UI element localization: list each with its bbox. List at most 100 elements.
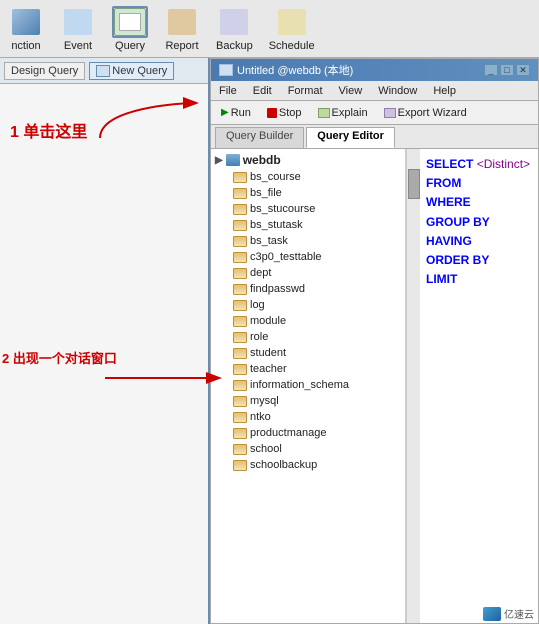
sql-content: SELECT <Distinct> FROM WHERE GROUP BY HA… (426, 155, 532, 289)
table-icon (233, 220, 247, 231)
tree-item-label: information_schema (250, 379, 349, 391)
table-icon (233, 364, 247, 375)
tree-item[interactable]: bs_task (211, 233, 405, 249)
tree-item-label: bs_stutask (250, 219, 303, 231)
tree-item-label: ntko (250, 411, 271, 423)
table-icon (233, 188, 247, 199)
design-query-tab[interactable]: Design Query (4, 62, 85, 80)
tree-item[interactable]: school (211, 441, 405, 457)
design-query-label: Design Query (11, 65, 78, 77)
menu-view[interactable]: View (335, 84, 367, 98)
tree-item-label: bs_course (250, 171, 301, 183)
sql-select: SELECT (426, 157, 473, 171)
tree-item[interactable]: findpasswd (211, 281, 405, 297)
sql-limit: LIMIT (426, 272, 457, 286)
tree-item[interactable]: student (211, 345, 405, 361)
toolbar-label-report: Report (165, 40, 198, 52)
run-button[interactable]: ▶ Run (215, 105, 257, 121)
toolbar-label-event: Event (64, 40, 92, 52)
new-query-icon (96, 65, 110, 77)
scrollbar-thumb[interactable] (408, 169, 420, 199)
tree-item[interactable]: teacher (211, 361, 405, 377)
tree-item[interactable]: c3p0_testtable (211, 249, 405, 265)
table-icon (233, 348, 247, 359)
tree-item[interactable]: mysql (211, 393, 405, 409)
table-icon (233, 428, 247, 439)
run-icon: ▶ (221, 107, 229, 118)
annotation-2: 2 出现一个对话窗口 (2, 348, 117, 367)
menu-file[interactable]: File (215, 84, 241, 98)
tree-item-label: bs_task (250, 235, 288, 247)
main-toolbar: nction Event Query Report Backup Schedul… (0, 0, 539, 58)
window-titlebar-icon (219, 64, 233, 76)
tree-item[interactable]: information_schema (211, 377, 405, 393)
table-icon (233, 268, 247, 279)
tree-root-webdb[interactable]: ▶ webdb (211, 151, 405, 169)
new-query-button[interactable]: New Query (89, 62, 174, 80)
menu-help[interactable]: Help (429, 84, 460, 98)
maximize-button[interactable]: □ (500, 64, 514, 76)
export-wizard-button[interactable]: Export Wizard (378, 105, 473, 121)
tree-item[interactable]: productmanage (211, 425, 405, 441)
tab-query-builder[interactable]: Query Builder (215, 127, 304, 148)
tree-item-label: schoolbackup (250, 459, 317, 471)
toolbar-item-backup[interactable]: Backup (216, 6, 253, 52)
menu-edit[interactable]: Edit (249, 84, 276, 98)
window-controls: _ □ ✕ (484, 64, 530, 76)
tree-item[interactable]: ntko (211, 409, 405, 425)
toolbar-item-report[interactable]: Report (164, 6, 200, 52)
sql-where: WHERE (426, 195, 471, 209)
tree-item[interactable]: bs_stucourse (211, 201, 405, 217)
tree-item-label: findpasswd (250, 283, 305, 295)
toolbar-item-query[interactable]: Query (112, 6, 148, 52)
tree-item[interactable]: dept (211, 265, 405, 281)
tree-item[interactable]: log (211, 297, 405, 313)
tree-item-label: student (250, 347, 286, 359)
menu-window[interactable]: Window (374, 84, 421, 98)
tree-items-container: bs_course bs_file bs_stucourse bs_stutaskbs… (211, 169, 405, 473)
tab-query-editor[interactable]: Query Editor (306, 127, 395, 148)
tree-item-label: bs_file (250, 187, 282, 199)
tree-item[interactable]: bs_file (211, 185, 405, 201)
query-tab-bar: Design Query New Query (0, 58, 208, 84)
explain-button[interactable]: Explain (312, 105, 374, 121)
table-icon (233, 444, 247, 455)
tree-expand-icon[interactable]: ▶ (215, 155, 223, 166)
tree-item[interactable]: schoolbackup (211, 457, 405, 473)
tab-bar: Query Builder Query Editor (211, 125, 538, 149)
tree-item-label: teacher (250, 363, 287, 375)
annotation-2-text: 2 出现一个对话窗口 (2, 348, 117, 367)
table-icon (233, 204, 247, 215)
toolbar-item-function[interactable]: nction (8, 6, 44, 52)
stop-button[interactable]: Stop (261, 105, 308, 121)
explain-label: Explain (332, 107, 368, 119)
toolbar-item-schedule[interactable]: Schedule (269, 6, 315, 52)
table-icon (233, 300, 247, 311)
minimize-button[interactable]: _ (484, 64, 498, 76)
tree-panel: ▶ webdb bs_course bs_file bs_stucourse bs_s… (211, 149, 406, 623)
table-icon (233, 380, 247, 391)
tree-item-label: log (250, 299, 265, 311)
tree-item[interactable]: role (211, 329, 405, 345)
function-icon (8, 6, 44, 38)
brand-text: 亿速云 (504, 606, 534, 621)
left-panel: Design Query New Query 1 单击这里 2 出现一个对话窗口 (0, 58, 210, 624)
menu-format[interactable]: Format (284, 84, 327, 98)
tree-item[interactable]: bs_stutask (211, 217, 405, 233)
tree-item-label: role (250, 331, 268, 343)
tree-item-label: module (250, 315, 286, 327)
db-icon (226, 154, 240, 166)
stop-label: Stop (279, 107, 302, 119)
toolbar-item-event[interactable]: Event (60, 6, 96, 52)
tree-item[interactable]: bs_course (211, 169, 405, 185)
sql-from: FROM (426, 176, 461, 190)
tree-scrollbar[interactable] (406, 149, 420, 623)
new-query-label: New Query (112, 65, 167, 77)
tree-item[interactable]: module (211, 313, 405, 329)
tree-root-label: webdb (243, 153, 281, 167)
event-icon (60, 6, 96, 38)
table-icon (233, 172, 247, 183)
schedule-icon (274, 6, 310, 38)
table-icon (233, 412, 247, 423)
close-button[interactable]: ✕ (516, 64, 530, 76)
